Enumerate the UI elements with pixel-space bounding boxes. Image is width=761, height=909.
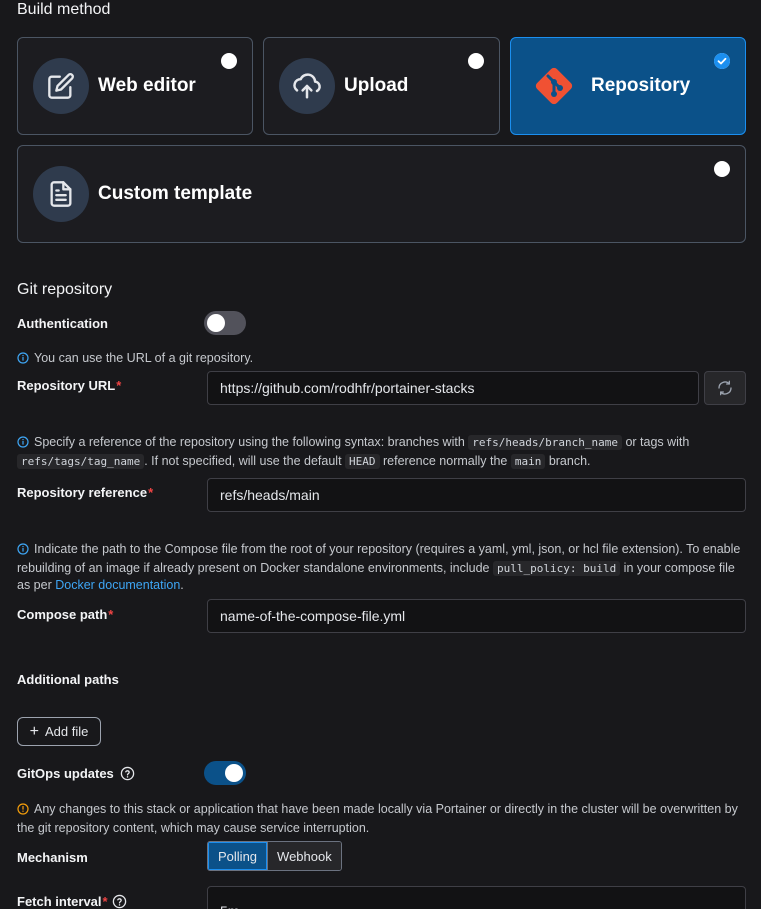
authentication-label: Authentication: [17, 316, 108, 331]
gitops-updates-toggle[interactable]: [204, 761, 246, 785]
compose-path-input[interactable]: name-of-the-compose-file.yml: [207, 599, 746, 633]
radio-unchecked[interactable]: [714, 161, 730, 177]
build-option-web-editor[interactable]: Web editor: [17, 37, 253, 135]
mechanism-option-webhook[interactable]: Webhook: [267, 842, 341, 870]
ref-help-text: Specify a reference of the repository us…: [17, 434, 742, 470]
build-option-label: Repository: [591, 75, 691, 96]
build-option-label: Web editor: [98, 75, 196, 96]
build-option-label: Upload: [344, 75, 409, 96]
info-icon: [17, 543, 29, 560]
build-option-custom-template[interactable]: Custom template: [17, 145, 746, 243]
mechanism-label: Mechanism: [17, 850, 88, 865]
gitops-updates-label: GitOps updates: [17, 766, 135, 781]
gitops-warning-text: Any changes to this stack or application…: [17, 802, 738, 835]
help-icon[interactable]: [112, 894, 127, 909]
build-option-upload[interactable]: Upload: [263, 37, 500, 135]
compose-help-text: Indicate the path to the Compose file fr…: [17, 542, 741, 592]
repository-reference-input[interactable]: refs/heads/main: [207, 478, 746, 512]
refresh-icon: [718, 380, 732, 396]
repository-url-label: Repository URL*: [17, 378, 122, 393]
file-text-icon: [33, 166, 89, 222]
build-option-repository[interactable]: Repository: [510, 37, 746, 135]
build-method-title: Build method: [17, 1, 111, 18]
git-repository-title: Git repository: [17, 281, 113, 298]
plus-icon: +: [29, 722, 39, 740]
fetch-interval-input[interactable]: 5m: [207, 886, 746, 909]
info-icon: [17, 352, 29, 369]
add-file-button[interactable]: + Add file: [17, 717, 101, 746]
info-icon: [17, 436, 29, 453]
compose-path-label: Compose path*: [17, 607, 114, 622]
git-icon: [526, 58, 582, 114]
docker-documentation-link[interactable]: Docker documentation: [55, 578, 180, 592]
url-help-text: You can use the URL of a git repository.: [17, 350, 253, 369]
edit-icon: [33, 58, 89, 114]
build-option-label: Custom template: [98, 183, 253, 204]
cloud-upload-icon: [279, 58, 335, 114]
additional-paths-label: Additional paths: [17, 672, 119, 687]
authentication-toggle[interactable]: [204, 311, 246, 335]
mechanism-option-polling[interactable]: Polling: [208, 842, 268, 870]
refresh-button[interactable]: [704, 371, 746, 405]
radio-unchecked[interactable]: [221, 53, 237, 69]
repository-url-input[interactable]: https://github.com/rodhfr/portainer-stac…: [207, 371, 699, 405]
repository-reference-label: Repository reference*: [17, 485, 154, 500]
radio-unchecked[interactable]: [468, 53, 484, 69]
fetch-interval-label: Fetch interval *: [17, 894, 127, 909]
mechanism-selector[interactable]: Polling Webhook: [207, 841, 342, 871]
warning-icon: [17, 803, 29, 820]
help-icon[interactable]: [120, 766, 135, 781]
radio-checked[interactable]: [714, 53, 730, 69]
